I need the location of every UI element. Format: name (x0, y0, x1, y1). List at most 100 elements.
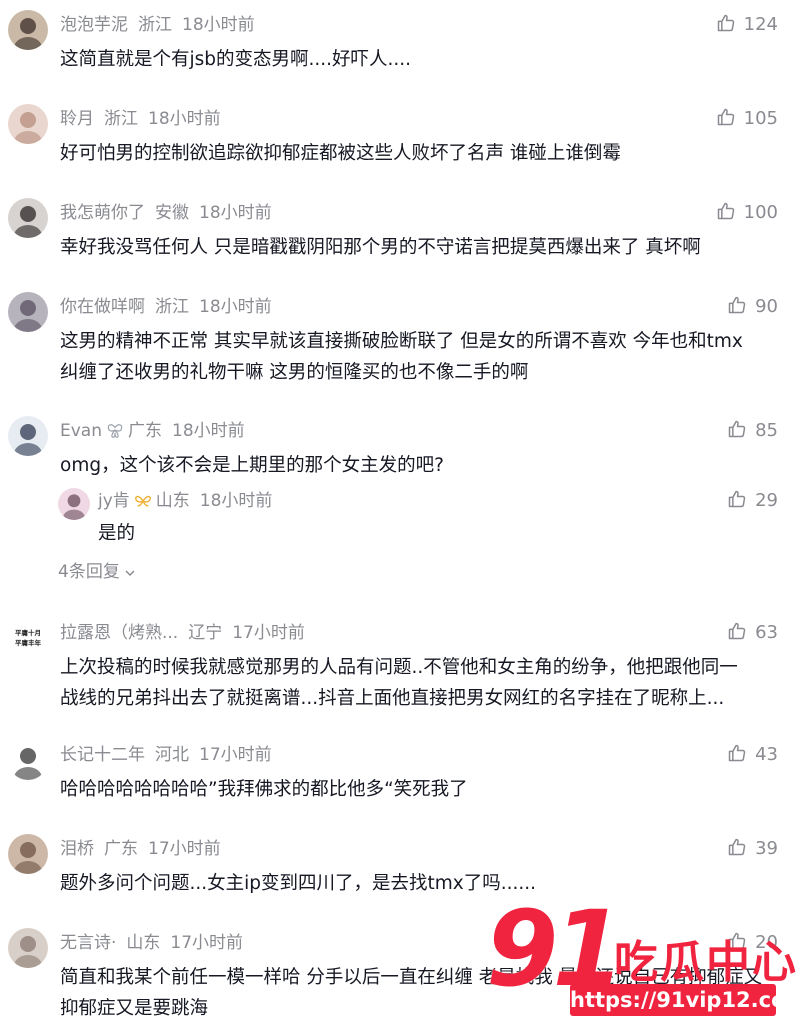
comment-location: 浙江 (155, 297, 189, 317)
comment-time: 18小时前 (199, 297, 272, 317)
comment-item: 我怎萌你了 安徽 18小时前 100 幸好我没骂任何人 只是暗戳戳阴阳那个男的不守诺言把… (0, 198, 800, 288)
like-count: 29 (755, 490, 778, 511)
comment-location: 浙江 (104, 109, 138, 129)
comment-text-line: 幸好我没骂任何人 只是暗戳戳阴阳那个男的不守诺言把提莫西爆出来了 真坏啊 (60, 237, 701, 258)
comment-like-button[interactable]: 90 (727, 294, 778, 320)
comment-time: 17小时前 (199, 745, 272, 765)
thumbs-up-icon[interactable] (716, 201, 736, 221)
avatar[interactable] (8, 198, 48, 238)
like-count: 39 (755, 838, 778, 859)
comment-text: 这男的精神不正常 其实早就该直接撕破脸断联了 但是女的所谓不喜欢 今年也和tmx… (60, 326, 770, 388)
comment-text: 题外多问个问题...女主ip变到四川了，是去找tmx了吗...... (60, 868, 770, 899)
comment-location: 河北 (155, 745, 189, 765)
comment-text-line: 纠缠了还收男的礼物干嘛 这男的恒隆买的也不像二手的啊 (60, 362, 529, 383)
thumbs-up-icon[interactable] (727, 295, 747, 315)
thumbs-up-icon[interactable] (727, 621, 747, 641)
comment-like-button[interactable]: 43 (727, 742, 778, 768)
comment-text-line: 上次投稿的时候我就感觉那男的人品有问题..不管他和女主角的纷争，他把跟他同一 (60, 657, 738, 678)
comment-text-line: omg，这个该不会是上期里的那个女主发的吧? (60, 455, 444, 476)
like-count: 90 (755, 296, 778, 317)
watermark-brand: 吃瓜中心 (614, 937, 798, 988)
butterfly-icon (106, 422, 124, 440)
comment-item: Evan 广东 18小时前 85 omg，这个该不会是上期里的那个女主发的吧? jy肯 山东… (0, 416, 800, 582)
thumbs-up-icon[interactable] (727, 743, 747, 763)
comment-item: 长记十二年 河北 17小时前 43 哈哈哈哈哈哈哈哈”我拜佛求的都比他多“笑死我了 (0, 740, 800, 830)
reply-meta: jy肯 山东 18小时前 (98, 488, 272, 514)
avatar[interactable]: 平庸十月 平庸丰年 (8, 618, 48, 658)
avatar[interactable] (8, 292, 48, 332)
comment-time: 17小时前 (170, 933, 244, 953)
comment-like-button[interactable]: 85 (727, 418, 778, 444)
comment-location: 广东 (128, 421, 162, 441)
expand-replies-label[interactable]: 4条回复 (58, 562, 120, 582)
comment-text: 哈哈哈哈哈哈哈哈”我拜佛求的都比他多“笑死我了 (60, 774, 770, 805)
comment-meta: 聆月 浙江 18小时前 (60, 106, 221, 132)
thumbs-up-icon[interactable] (727, 419, 747, 439)
watermark-url: https://91vip12.com (570, 988, 800, 1012)
watermark-url-box: https://91vip12.com (570, 984, 800, 1016)
avatar[interactable] (8, 416, 48, 456)
reply-username[interactable]: jy肯 (98, 491, 130, 511)
comment-username[interactable]: 泪桥 (60, 839, 94, 859)
reply-item: jy肯 山东 18小时前 29 是的 (58, 488, 800, 548)
comment-username[interactable]: 聆月 (60, 109, 94, 129)
avatar-text: 平庸十月 (15, 628, 41, 637)
comment-text: 上次投稿的时候我就感觉那男的人品有问题..不管他和女主角的纷争，他把跟他同一 战线… (60, 652, 770, 714)
reply-like-button[interactable]: 29 (727, 488, 778, 514)
comment-item: 你在做咩啊 浙江 18小时前 90 这男的精神不正常 其实早就该直接撕破脸断联了 但是女… (0, 292, 800, 383)
avatar[interactable] (8, 834, 48, 874)
comment-text-line: 题外多问个问题...女主ip变到四川了，是去找tmx了吗...... (60, 873, 537, 894)
comment-location: 安徽 (155, 203, 189, 223)
comment-time: 17小时前 (232, 623, 305, 643)
expand-replies-link[interactable]: 4条回复 (58, 560, 136, 586)
comment-like-button[interactable]: 63 (727, 620, 778, 646)
comment-text-line: 这男的精神不正常 其实早就该直接撕破脸断联了 但是女的所谓不喜欢 今年也和tmx (60, 331, 743, 352)
comment-text-line: 这简直就是个有jsb的变态男啊....好吓人.... (60, 49, 412, 70)
reply-time: 18小时前 (199, 491, 273, 511)
comment-like-button[interactable]: 124 (716, 12, 778, 38)
comment-meta: Evan 广东 18小时前 (60, 418, 245, 444)
comment-meta: 泡泡芋泥 浙江 18小时前 (60, 12, 255, 38)
avatar[interactable] (8, 10, 48, 50)
comment-item: 泡泡芋泥 浙江 18小时前 124 这简直就是个有jsb的变态男啊....好吓人.... (0, 10, 800, 100)
thumbs-up-icon[interactable] (716, 13, 736, 33)
comment-username[interactable]: 拉露恩（烤熟... (60, 623, 178, 643)
comment-meta: 拉露恩（烤熟... 辽宁 17小时前 (60, 620, 305, 646)
avatar[interactable] (8, 740, 48, 780)
comment-text: 好可怕男的控制欲追踪欲抑郁症都被这些人败坏了名声 谁碰上谁倒霉 (60, 138, 770, 169)
comment-text: omg，这个该不会是上期里的那个女主发的吧? (60, 450, 770, 481)
like-count: 100 (743, 202, 778, 223)
comment-item: 平庸十月 平庸丰年 拉露恩（烤熟... 辽宁 17小时前 63 上次投稿的时候我就感觉那男的… (0, 618, 800, 709)
comment-meta: 无言诗· 山东 17小时前 (60, 930, 243, 956)
like-count: 63 (755, 622, 778, 643)
comment-username[interactable]: 泡泡芋泥 (60, 15, 128, 35)
comment-like-button[interactable]: 39 (727, 836, 778, 862)
like-count: 105 (743, 108, 778, 129)
comment-text-line: 哈哈哈哈哈哈哈哈”我拜佛求的都比他多“笑死我了 (60, 779, 468, 800)
comment-username[interactable]: 长记十二年 (60, 745, 145, 765)
reply-text: 是的 (98, 523, 136, 544)
comment-time: 18小时前 (182, 15, 255, 35)
comment-like-button[interactable]: 100 (716, 200, 778, 226)
comment-time: 18小时前 (172, 421, 245, 441)
comment-like-button[interactable]: 105 (716, 106, 778, 132)
comment-username[interactable]: 无言诗· (60, 933, 116, 953)
comment-username[interactable]: Evan (60, 421, 102, 441)
comment-username[interactable]: 我怎萌你了 (60, 203, 145, 223)
thumbs-up-icon[interactable] (727, 837, 747, 857)
comment-meta: 泪桥 广东 17小时前 (60, 836, 221, 862)
chevron-down-icon[interactable] (124, 562, 136, 586)
comment-location: 山东 (126, 933, 161, 953)
comment-username[interactable]: 你在做咩啊 (60, 297, 145, 317)
like-count: 43 (755, 744, 778, 765)
comment-meta: 你在做咩啊 浙江 18小时前 (60, 294, 272, 320)
avatar[interactable] (8, 928, 48, 968)
avatar[interactable] (8, 104, 48, 144)
thumbs-up-icon[interactable] (727, 489, 747, 509)
comment-time: 18小时前 (148, 109, 221, 129)
comment-text: 幸好我没骂任何人 只是暗戳戳阴阳那个男的不守诺言把提莫西爆出来了 真坏啊 (60, 232, 770, 263)
reply-avatar[interactable] (58, 488, 90, 520)
comment-text-line: 好可怕男的控制欲追踪欲抑郁症都被这些人败坏了名声 谁碰上谁倒霉 (60, 143, 621, 164)
comment-location: 浙江 (138, 15, 172, 35)
thumbs-up-icon[interactable] (716, 107, 736, 127)
